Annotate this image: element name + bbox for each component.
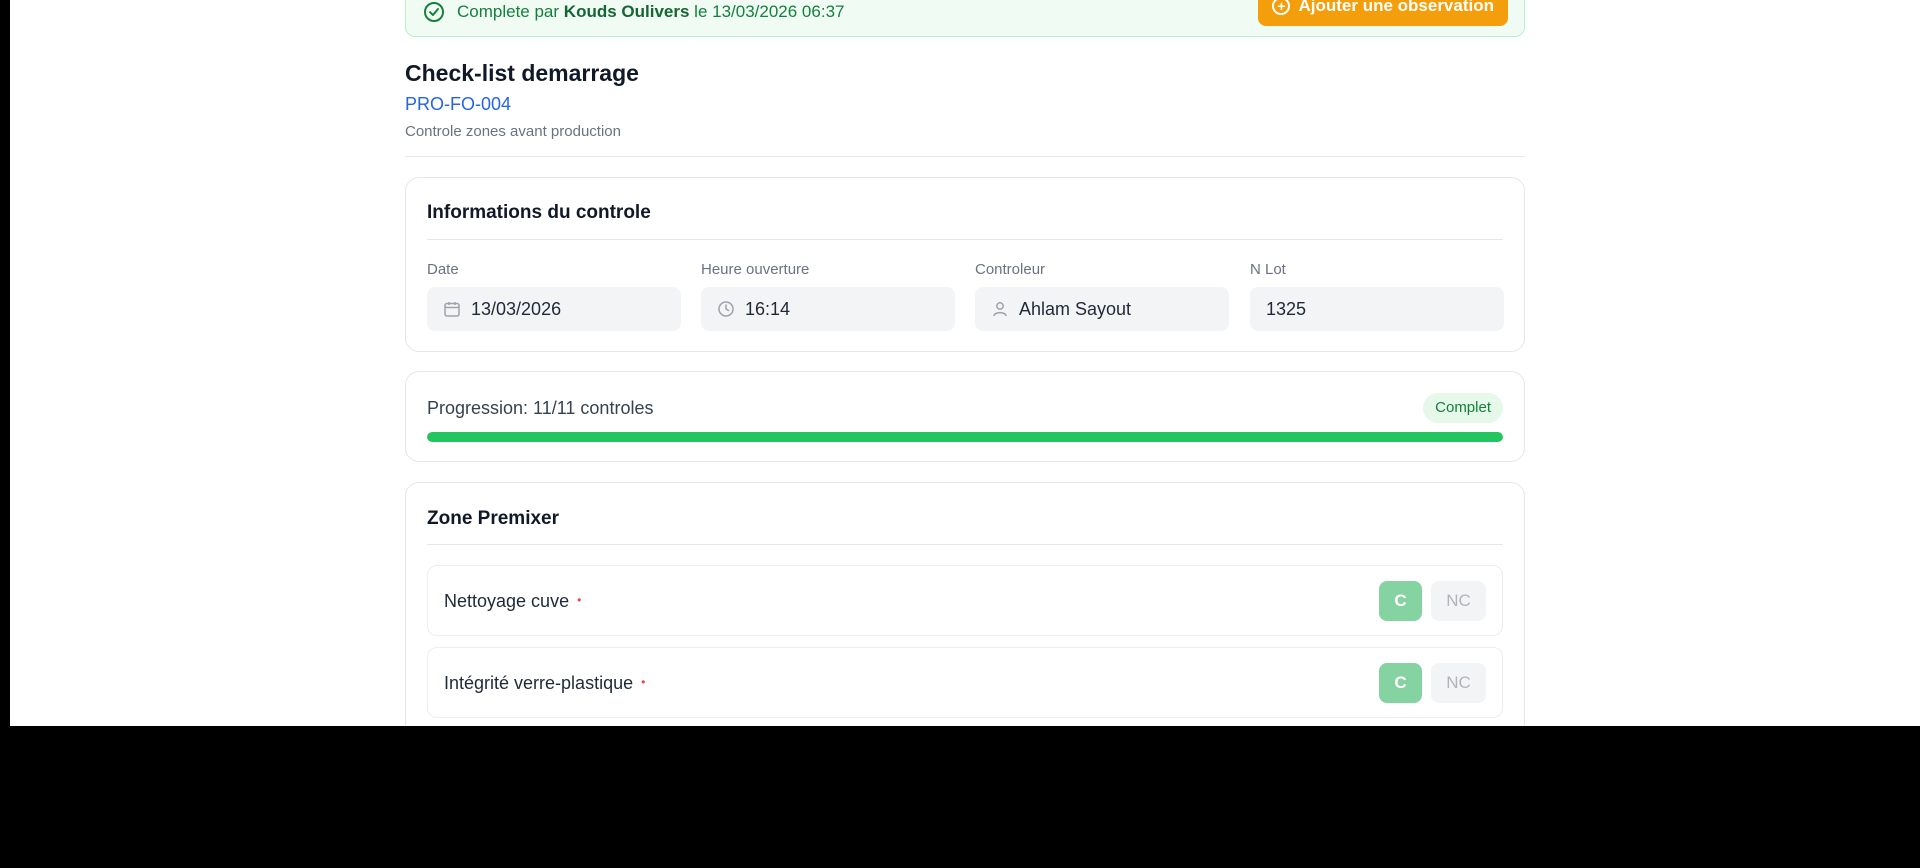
add-observation-label: Ajouter une observation <box>1298 0 1494 15</box>
time-input[interactable]: 16:14 <box>701 287 955 331</box>
zone-title: Zone Premixer <box>427 508 559 529</box>
lot-input[interactable]: 1325 <box>1250 287 1504 331</box>
completion-date: le 13/03/2026 06:37 <box>694 2 845 21</box>
controller-field: Controleur Ahlam Sayout <box>975 261 1229 331</box>
user-icon <box>991 300 1009 318</box>
info-card-title: Informations du controle <box>427 202 651 223</box>
lot-label: N Lot <box>1250 261 1286 278</box>
plus-circle-icon: + <box>1272 0 1291 15</box>
item-label: Intégrité verre-plastique • <box>444 673 645 694</box>
date-input[interactable]: 13/03/2026 <box>427 287 681 331</box>
status-badge: Complet <box>1423 393 1503 423</box>
non-conform-button[interactable]: NC <box>1431 663 1486 703</box>
conform-button[interactable]: C <box>1379 663 1422 703</box>
conform-button[interactable]: C <box>1379 581 1422 621</box>
app-viewport: Complete par Kouds Oulivers le 13/03/202… <box>10 0 1920 726</box>
check-circle-icon <box>424 2 444 22</box>
controller-value: Ahlam Sayout <box>1019 298 1132 319</box>
header-divider <box>405 156 1525 157</box>
page-subtitle: Controle zones avant production <box>405 123 621 140</box>
lot-field: N Lot 1325 <box>1250 261 1504 331</box>
item-label-text: Intégrité verre-plastique <box>444 673 634 693</box>
completion-banner: Complete par Kouds Oulivers le 13/03/202… <box>405 0 1525 37</box>
required-marker: • <box>577 593 582 607</box>
non-conform-button[interactable]: NC <box>1431 581 1486 621</box>
item-label: Nettoyage cuve • <box>444 591 581 612</box>
progress-bar <box>427 432 1503 442</box>
required-marker: • <box>641 675 646 689</box>
info-card-divider <box>427 239 1503 240</box>
date-value: 13/03/2026 <box>471 298 562 319</box>
progress-text: Progression: 11/11 controles <box>427 398 654 418</box>
document-code-link[interactable]: PRO-FO-004 <box>405 94 511 115</box>
controller-label: Controleur <box>975 261 1046 278</box>
zone-premixer-card: Zone Premixer Nettoyage cuve • C NC Intég… <box>405 482 1525 726</box>
time-field: Heure ouverture 16:14 <box>701 261 955 331</box>
checklist-item: Intégrité verre-plastique • C NC <box>427 647 1503 718</box>
date-label: Date <box>427 261 459 278</box>
clock-icon <box>717 300 735 318</box>
zone-divider <box>427 544 1503 545</box>
progress-card: Progression: 11/11 controles Complet <box>405 371 1525 462</box>
controller-input[interactable]: Ahlam Sayout <box>975 287 1229 331</box>
checklist-item: Nettoyage cuve • C NC <box>427 565 1503 636</box>
completion-prefix: Complete par <box>457 2 560 21</box>
time-value: 16:14 <box>745 298 791 319</box>
lot-value: 1325 <box>1266 298 1307 319</box>
add-observation-button[interactable]: + Ajouter une observation <box>1258 0 1508 26</box>
completion-user: Kouds Oulivers <box>563 2 690 21</box>
item-label-text: Nettoyage cuve <box>444 591 570 611</box>
page-title: Check-list demarrage <box>405 60 639 86</box>
time-label: Heure ouverture <box>701 261 810 278</box>
info-card: Informations du controle Date 13/03/2026… <box>405 177 1525 352</box>
calendar-icon <box>443 300 461 318</box>
completion-text: Complete par Kouds Oulivers le 13/03/202… <box>457 1 844 23</box>
progress-bar-fill <box>427 432 1503 442</box>
date-field: Date 13/03/2026 <box>427 261 681 331</box>
